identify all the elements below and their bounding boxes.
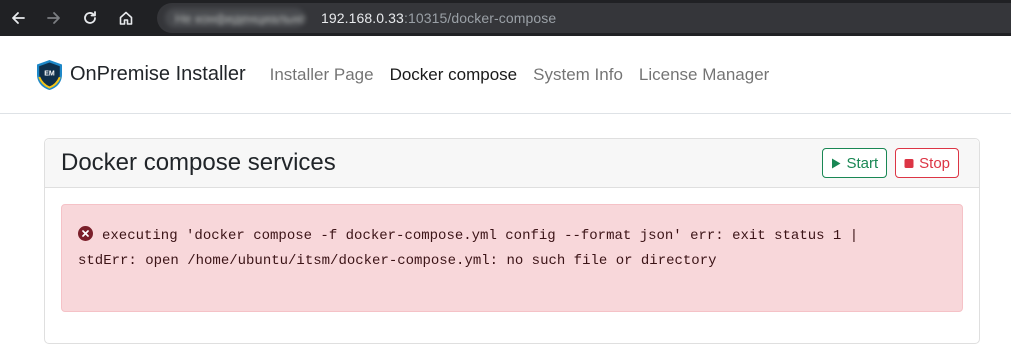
stop-button-label: Stop (919, 154, 950, 172)
nav-link-installer-page[interactable]: Installer Page (262, 65, 382, 85)
stop-square-icon (904, 158, 914, 168)
card-header: Docker compose services Start Stop (45, 139, 979, 188)
docker-compose-card: Docker compose services Start Stop execu… (44, 138, 980, 344)
error-message-line-1: executing 'docker compose -f docker-comp… (102, 228, 859, 244)
start-button[interactable]: Start (822, 148, 888, 178)
address-bar[interactable]: Не конфиденциально 192.168.0.33:10315/do… (157, 3, 1011, 33)
url-path: :10315/docker-compose (403, 10, 557, 26)
reload-icon (84, 11, 96, 24)
security-chip[interactable]: Не конфиденциально (165, 8, 305, 28)
stop-button[interactable]: Stop (895, 148, 959, 178)
error-alert: executing 'docker compose -f docker-comp… (61, 204, 963, 312)
arrow-right-icon (47, 12, 60, 24)
nav-link-license-manager[interactable]: License Manager (631, 65, 777, 85)
brand-name: OnPremise Installer (70, 63, 246, 85)
browser-toolbar: Не конфиденциально 192.168.0.33:10315/do… (0, 0, 1011, 36)
error-message-line-2: stdErr: open /home/ubuntu/itsm/docker-co… (78, 253, 717, 269)
nav-link-docker-compose[interactable]: Docker compose (382, 65, 526, 85)
brand[interactable]: EM OnPremise Installer (35, 59, 246, 91)
card-body: executing 'docker compose -f docker-comp… (45, 188, 979, 328)
card-title: Docker compose services (61, 149, 336, 176)
nav-link-system-info[interactable]: System Info (525, 65, 631, 85)
start-button-label: Start (846, 154, 879, 172)
shield-logo-icon: EM (37, 59, 62, 90)
error-line-1: executing 'docker compose -f docker-comp… (78, 224, 946, 249)
back-button[interactable] (0, 0, 36, 36)
url-text[interactable]: 192.168.0.33:10315/docker-compose (321, 10, 556, 26)
play-icon (832, 158, 841, 168)
home-button[interactable] (108, 0, 144, 36)
app-navbar: EM OnPremise Installer Installer Page Do… (0, 36, 1011, 114)
reload-button[interactable] (72, 0, 108, 36)
home-icon (119, 11, 133, 25)
arrow-left-icon (12, 12, 25, 24)
brand-logo-text: EM (44, 70, 55, 77)
x-circle-icon (78, 226, 93, 241)
forward-button[interactable] (36, 0, 72, 36)
nav-links: Installer Page Docker compose System Inf… (262, 65, 778, 85)
url-host: 192.168.0.33 (321, 10, 404, 26)
